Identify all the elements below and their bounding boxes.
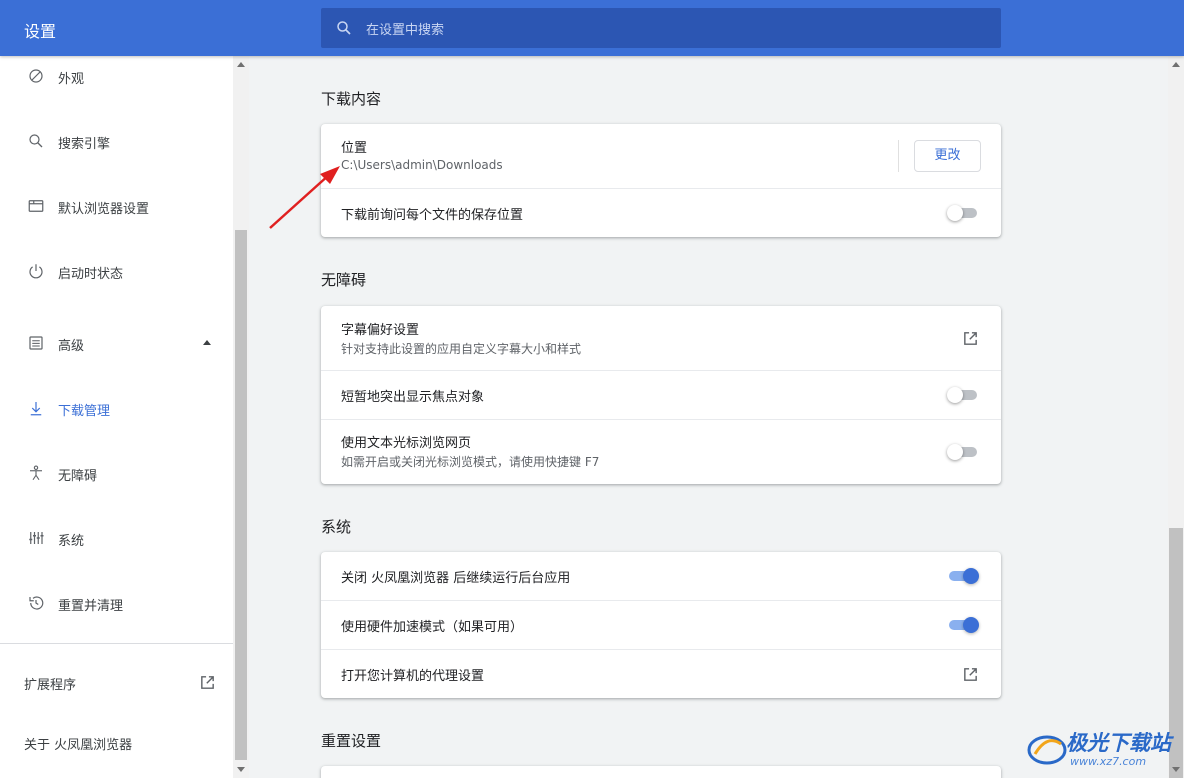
ask-location-label: 下载前询问每个文件的保存位置	[341, 208, 524, 223]
search-input[interactable]: 在设置中搜索	[366, 19, 444, 38]
sidebar-item-search-engine[interactable]: 搜索引擎	[0, 121, 233, 161]
background-apps-row: 关闭 火凤凰浏览器 后继续运行后台应用	[321, 552, 1001, 600]
sidebar-item-reset[interactable]: 重置并清理	[0, 583, 233, 623]
accessibility-card: 字幕偏好设置 针对支持此设置的应用自定义字幕大小和样式 短暂地突出显示焦点对象 …	[321, 306, 1001, 484]
sidebar-item-label: 重置并清理	[58, 599, 124, 614]
downloads-card: 位置 C:\Users\admin\Downloads 更改 下载前询问每个文件…	[321, 124, 1001, 237]
accessibility-section-title: 无障碍	[321, 271, 367, 289]
extensions-link[interactable]: 扩展程序	[24, 674, 76, 693]
search-bar[interactable]: 在设置中搜索	[321, 8, 1001, 48]
tune-icon	[29, 532, 44, 544]
sidebar: 外观 搜索引擎 默认浏览器设置 启动时状态 高级 下载管理 无障碍 系统 重置并…	[0, 56, 233, 778]
browser-icon	[28, 200, 44, 212]
proxy-settings-label: 打开您计算机的代理设置	[341, 669, 485, 684]
ask-location-toggle[interactable]	[947, 205, 979, 221]
main-scrollbar[interactable]	[1168, 56, 1184, 778]
ask-location-row: 下载前询问每个文件的保存位置	[321, 189, 1001, 237]
location-row: 位置 C:\Users\admin\Downloads 更改	[321, 124, 1001, 188]
search-icon	[29, 134, 43, 148]
sidebar-item-label: 系统	[58, 534, 85, 549]
sidebar-item-label: 外观	[58, 72, 85, 87]
sidebar-item-label: 无障碍	[58, 469, 98, 484]
row-separator	[898, 140, 899, 172]
sidebar-item-default-browser[interactable]: 默认浏览器设置	[0, 186, 233, 226]
scroll-up-icon[interactable]	[237, 62, 245, 67]
external-link-icon[interactable]	[962, 666, 979, 683]
focus-highlight-label: 短暂地突出显示焦点对象	[341, 390, 485, 405]
system-card: 关闭 火凤凰浏览器 后继续运行后台应用 使用硬件加速模式（如果可用） 打开您计算…	[321, 552, 1001, 698]
external-link-icon[interactable]	[962, 330, 979, 347]
proxy-settings-row[interactable]: 打开您计算机的代理设置	[321, 650, 1001, 698]
downloads-section-title: 下载内容	[321, 90, 382, 108]
sidebar-item-advanced[interactable]: 高级	[0, 323, 233, 363]
sidebar-item-label: 搜索引擎	[58, 137, 111, 152]
caret-browsing-toggle[interactable]	[947, 444, 979, 460]
caption-sub: 针对支持此设置的应用自定义字幕大小和样式	[341, 342, 582, 356]
caption-label: 字幕偏好设置	[341, 323, 420, 338]
sidebar-divider	[0, 643, 233, 644]
power-icon	[29, 264, 43, 279]
advanced-icon	[29, 336, 43, 350]
watermark-name: 极光下载站	[1066, 731, 1171, 755]
sidebar-item-label: 启动时状态	[58, 267, 124, 282]
reset-section-title: 重置设置	[321, 732, 382, 750]
external-link-icon[interactable]	[199, 674, 216, 691]
sidebar-item-label: 下载管理	[58, 404, 111, 419]
sidebar-item-appearance[interactable]: 外观	[0, 56, 233, 96]
caret-browsing-sub: 如需开启或关闭光标浏览模式，请使用快捷键 F7	[341, 455, 600, 469]
location-label: 位置	[341, 141, 368, 156]
system-section-title: 系统	[321, 518, 352, 536]
focus-highlight-toggle[interactable]	[947, 387, 979, 403]
hardware-acceleration-row: 使用硬件加速模式（如果可用）	[321, 601, 1001, 649]
sidebar-item-system[interactable]: 系统	[0, 518, 233, 558]
hardware-acceleration-label: 使用硬件加速模式（如果可用）	[341, 620, 524, 635]
hardware-acceleration-toggle[interactable]	[947, 617, 979, 633]
sidebar-item-label: 高级	[58, 339, 85, 354]
background-apps-toggle[interactable]	[947, 568, 979, 584]
caret-browsing-label: 使用文本光标浏览网页	[341, 436, 472, 451]
app-header: 设置 在设置中搜索	[0, 0, 1184, 56]
palette-icon	[29, 69, 43, 83]
caption-row[interactable]: 字幕偏好设置 针对支持此设置的应用自定义字幕大小和样式	[321, 306, 1001, 370]
scroll-up-icon[interactable]	[1172, 62, 1180, 67]
scroll-down-icon[interactable]	[237, 767, 245, 772]
download-icon	[30, 402, 42, 416]
restore-icon	[29, 596, 44, 610]
chevron-up-icon	[203, 340, 211, 345]
background-apps-label: 关闭 火凤凰浏览器 后继续运行后台应用	[341, 571, 571, 586]
sidebar-item-downloads[interactable]: 下载管理	[0, 388, 233, 428]
about-link[interactable]: 关于 火凤凰浏览器	[24, 734, 132, 753]
annotation-arrow-icon	[269, 166, 340, 229]
scrollbar-thumb[interactable]	[235, 230, 247, 760]
change-location-button[interactable]: 更改	[914, 140, 981, 172]
focus-highlight-row: 短暂地突出显示焦点对象	[321, 371, 1001, 419]
app-title: 设置	[24, 22, 57, 41]
accessibility-icon	[30, 465, 42, 481]
sidebar-item-startup[interactable]: 启动时状态	[0, 251, 233, 291]
sidebar-item-accessibility[interactable]: 无障碍	[0, 453, 233, 493]
sidebar-item-label: 默认浏览器设置	[58, 202, 150, 217]
sidebar-scrollbar[interactable]	[233, 56, 249, 778]
search-icon	[337, 21, 351, 35]
reset-card	[321, 766, 1001, 778]
caret-browsing-row: 使用文本光标浏览网页 如需开启或关闭光标浏览模式，请使用快捷键 F7	[321, 420, 1001, 484]
watermark-url: www.xz7.com	[1070, 755, 1147, 768]
location-value: C:\Users\admin\Downloads	[341, 158, 503, 172]
